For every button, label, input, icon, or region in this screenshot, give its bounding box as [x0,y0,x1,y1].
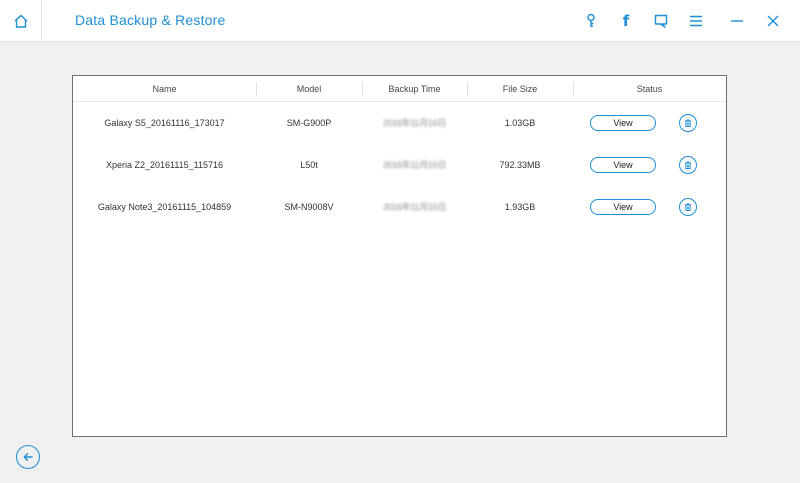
device-model: L50t [300,160,318,170]
backup-time: 2016年11月16日 [382,118,447,128]
trash-icon [685,119,691,127]
table-row[interactable]: Xperia Z2_20161115_115716 L50t 2016年11月1… [73,144,726,186]
file-size: 1.03GB [504,118,536,128]
chat-icon [654,14,668,28]
backup-name: Galaxy Note3_20161115_104859 [97,202,232,212]
view-button[interactable]: View [590,115,656,131]
backup-name: Xperia Z2_20161115_115716 [105,160,224,170]
backup-time: 2016年11月15日 [382,202,447,212]
delete-button[interactable] [679,156,697,174]
title-bar: Data Backup & Restore f [0,0,800,42]
back-button[interactable] [16,445,40,469]
file-size: 1.93GB [504,202,536,212]
close-button[interactable] [763,11,783,31]
trash-icon [685,203,691,211]
table-row[interactable]: Galaxy S5_20161116_173017 SM-G900P 2016年… [73,102,726,144]
home-icon [14,14,27,28]
column-header-file-size: File Size [502,84,538,94]
arrow-left-icon [23,453,33,461]
menu-icon [690,15,702,27]
delete-button[interactable] [679,114,697,132]
key-icon [587,13,595,27]
facebook-icon: f [622,12,630,30]
column-header-backup-time: Backup Time [388,84,441,94]
close-icon [767,15,779,27]
menu-button[interactable] [686,11,706,31]
feedback-button[interactable] [651,11,671,31]
trash-icon [685,161,691,169]
column-header-name: Name [152,84,177,94]
view-button[interactable]: View [590,199,656,215]
key-button[interactable] [581,11,601,31]
view-button[interactable]: View [590,157,656,173]
minimize-button[interactable] [727,11,747,31]
delete-button[interactable] [679,198,697,216]
backup-time: 2016年11月15日 [382,160,447,170]
file-size: 792.33MB [499,160,541,170]
backup-list-panel: Name Model Backup Time File Size Status … [72,75,727,437]
column-header-model: Model [296,84,322,94]
table-row[interactable]: Galaxy Note3_20161115_104859 SM-N9008V 2… [73,186,726,228]
device-model: SM-G900P [286,118,332,128]
home-button[interactable] [0,0,42,42]
window-title: Data Backup & Restore [75,12,226,28]
backup-name: Galaxy S5_20161116_173017 [104,118,225,128]
column-header-status: Status [636,84,663,94]
device-model: SM-N9008V [284,202,334,212]
facebook-button[interactable]: f [616,11,636,31]
table-header: Name Model Backup Time File Size Status [73,76,726,102]
minimize-icon [731,20,743,22]
